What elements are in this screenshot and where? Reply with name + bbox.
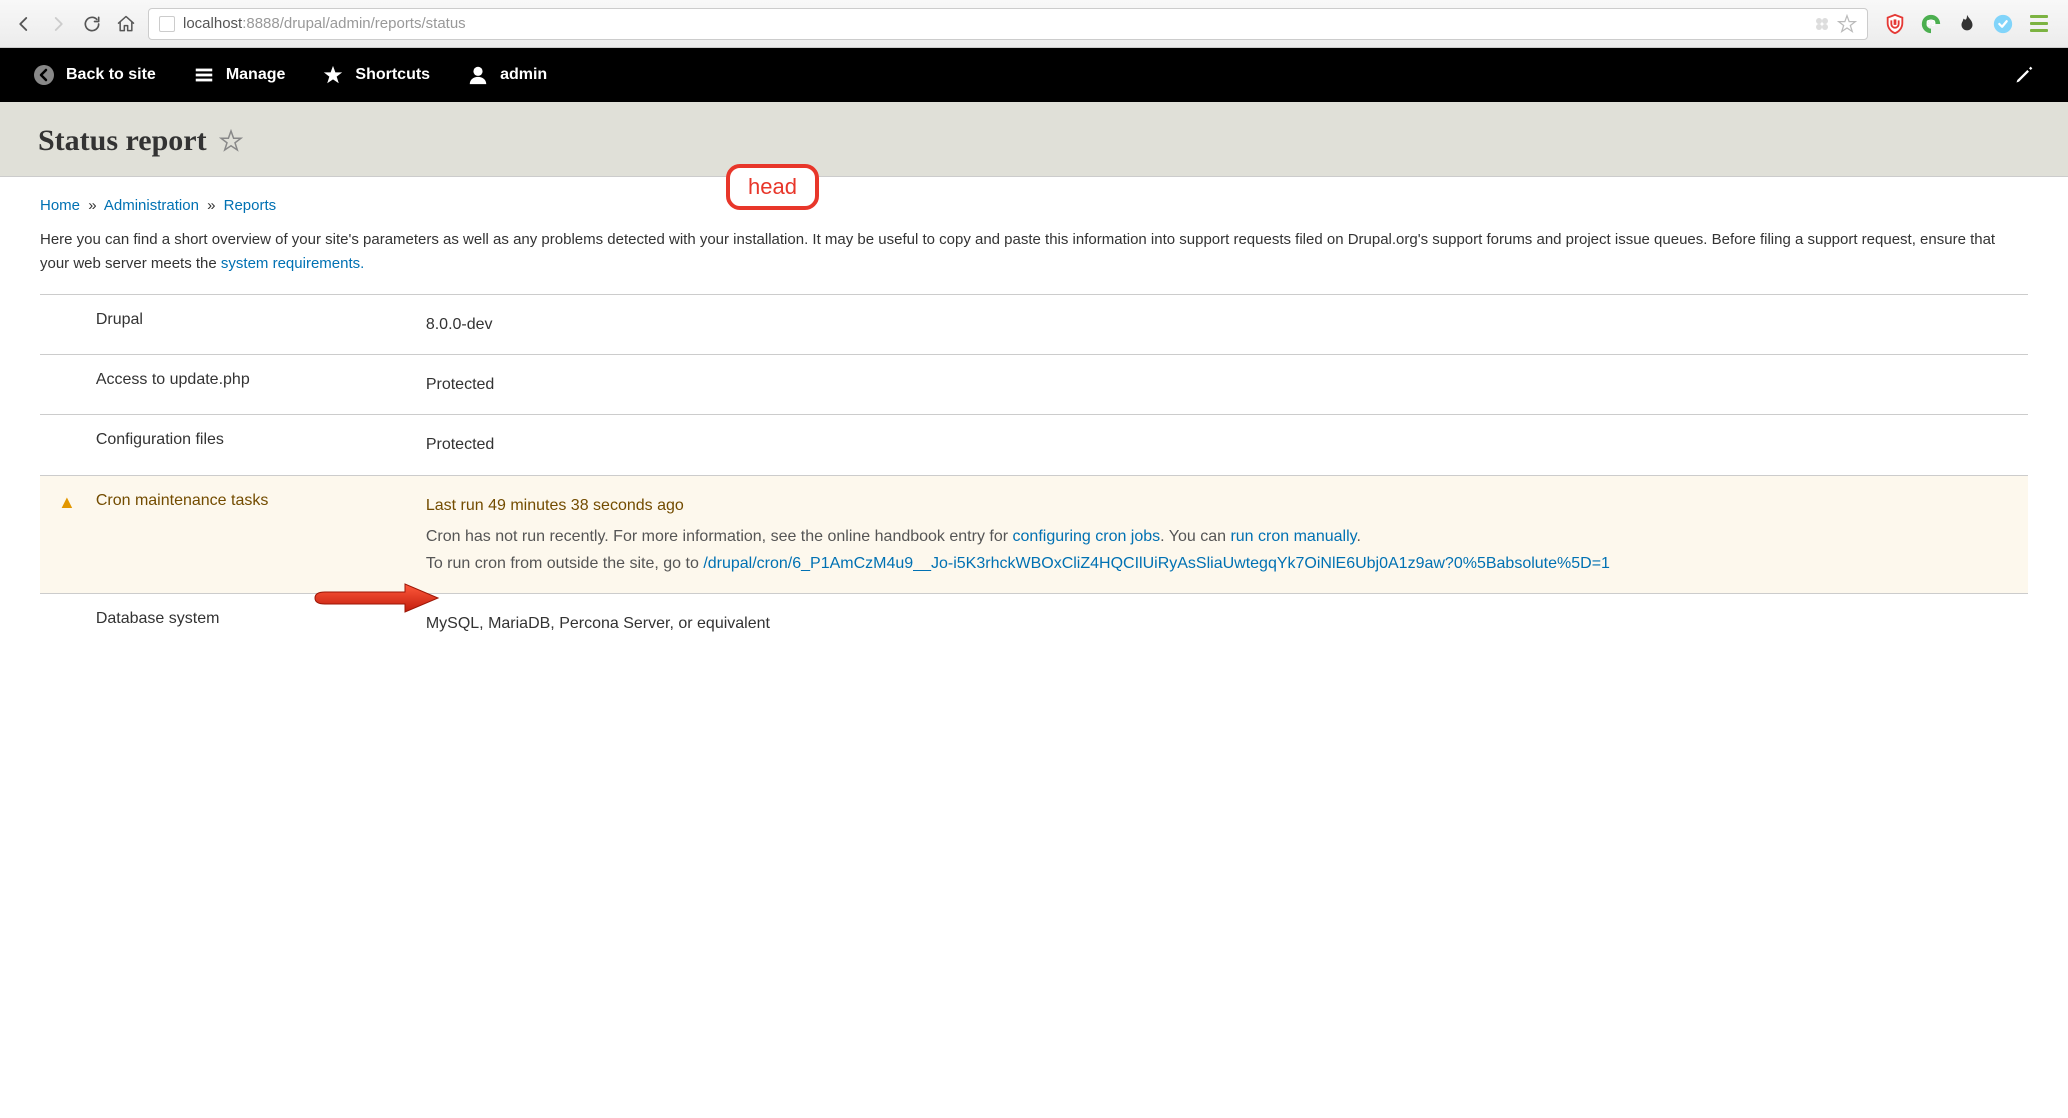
back-to-site-button[interactable]: Back to site	[14, 48, 174, 102]
adblock-icon[interactable]	[1884, 13, 1906, 35]
page-icon	[159, 16, 175, 32]
home-button[interactable]	[114, 12, 138, 36]
system-requirements-link[interactable]: system requirements.	[221, 255, 364, 272]
forward-button[interactable]	[46, 12, 70, 36]
pencil-icon	[2012, 63, 2036, 87]
configuring-cron-link[interactable]: configuring cron jobs	[1013, 528, 1161, 545]
intro-text: Here you can find a short overview of yo…	[40, 228, 2028, 276]
table-row: Configuration files Protected	[40, 415, 2028, 475]
user-icon	[466, 63, 490, 87]
status-label: Access to update.php	[86, 355, 416, 415]
cron-url-link[interactable]: /drupal/cron/6_P1AmCzM4u9__Jo-i5K3rhckWB…	[703, 555, 1610, 572]
clover-icon[interactable]	[1813, 15, 1831, 33]
breadcrumb-administration[interactable]: Administration	[104, 197, 199, 214]
svg-text:99: 99	[1926, 18, 1936, 27]
breadcrumb-home[interactable]: Home	[40, 197, 80, 214]
back-to-site-label: Back to site	[66, 66, 156, 84]
status-value: 8.0.0-dev	[416, 295, 2028, 355]
annotation-arrow-icon	[310, 578, 440, 618]
arrow-left-circle-icon	[32, 63, 56, 87]
hangouts-icon[interactable]: 99	[1920, 13, 1942, 35]
flame-icon[interactable]	[1956, 13, 1978, 35]
status-label: Cron maintenance tasks	[86, 475, 416, 594]
star-icon	[321, 63, 345, 87]
check-circle-icon[interactable]	[1992, 13, 2014, 35]
page-title-area: Status report	[0, 102, 2068, 177]
reload-button[interactable]	[80, 12, 104, 36]
bookmark-star-icon[interactable]	[1837, 14, 1857, 34]
status-value: Protected	[416, 355, 2028, 415]
status-value: Last run 49 minutes 38 seconds ago Cron …	[416, 475, 2028, 594]
manage-label: Manage	[226, 66, 286, 84]
hamburger-menu-icon[interactable]	[2028, 13, 2050, 35]
breadcrumb: Home » Administration » Reports	[40, 197, 2028, 214]
browser-chrome: localhost:8888/drupal/admin/reports/stat…	[0, 0, 2068, 48]
shortcuts-label: Shortcuts	[355, 66, 430, 84]
warning-icon: ▲	[58, 492, 76, 512]
shortcut-star-icon[interactable]	[219, 129, 243, 153]
back-button[interactable]	[12, 12, 36, 36]
table-row: Drupal 8.0.0-dev	[40, 295, 2028, 355]
status-value: Protected	[416, 415, 2028, 475]
table-row: Access to update.php Protected	[40, 355, 2028, 415]
status-label: Configuration files	[86, 415, 416, 475]
page-title: Status report	[38, 124, 2030, 158]
hamburger-icon	[192, 63, 216, 87]
edit-button[interactable]	[1994, 48, 2054, 102]
status-value: MySQL, MariaDB, Percona Server, or equiv…	[416, 594, 2028, 654]
status-label: Drupal	[86, 295, 416, 355]
table-row-warning: ▲ Cron maintenance tasks Last run 49 min…	[40, 475, 2028, 594]
user-label: admin	[500, 66, 547, 84]
url-bar[interactable]: localhost:8888/drupal/admin/reports/stat…	[148, 8, 1868, 40]
shortcuts-button[interactable]: Shortcuts	[303, 48, 448, 102]
url-text: localhost:8888/drupal/admin/reports/stat…	[183, 15, 466, 32]
breadcrumb-reports[interactable]: Reports	[224, 197, 277, 214]
annotation-badge: head	[726, 164, 819, 210]
manage-button[interactable]: Manage	[174, 48, 304, 102]
run-cron-manually-link[interactable]: run cron manually	[1230, 528, 1356, 545]
user-button[interactable]: admin	[448, 48, 565, 102]
drupal-toolbar: Back to site Manage Shortcuts admin	[0, 48, 2068, 102]
